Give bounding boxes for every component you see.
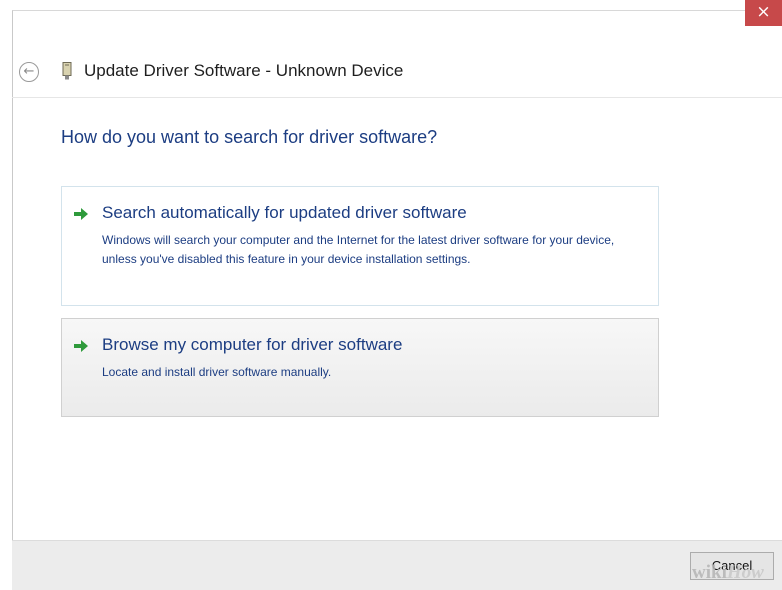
device-icon bbox=[62, 62, 72, 80]
title-divider bbox=[12, 97, 782, 98]
close-button[interactable]: × bbox=[745, 0, 782, 26]
browse-computer-option[interactable]: Browse my computer for driver software L… bbox=[61, 318, 659, 417]
back-arrow-icon: ← bbox=[23, 64, 35, 79]
page-heading: How do you want to search for driver sof… bbox=[61, 127, 438, 147]
close-icon: × bbox=[756, 2, 771, 22]
green-arrow-icon bbox=[74, 340, 88, 352]
option-description: Locate and install driver software manua… bbox=[102, 365, 332, 379]
option-title: Browse my computer for driver software bbox=[102, 335, 403, 354]
window-title: Update Driver Software - Unknown Device bbox=[84, 61, 404, 80]
back-button[interactable]: ← bbox=[19, 62, 39, 82]
title-bar: ← Update Driver Software - Unknown Devic… bbox=[0, 48, 782, 88]
option-title: Search automatically for updated driver … bbox=[102, 203, 467, 222]
dialog-footer bbox=[12, 540, 782, 590]
green-arrow-icon bbox=[74, 208, 88, 220]
cancel-button[interactable]: Cancel bbox=[690, 552, 774, 580]
option-description: Windows will search your computer and th… bbox=[102, 233, 615, 266]
search-automatically-option[interactable]: Search automatically for updated driver … bbox=[61, 186, 659, 306]
